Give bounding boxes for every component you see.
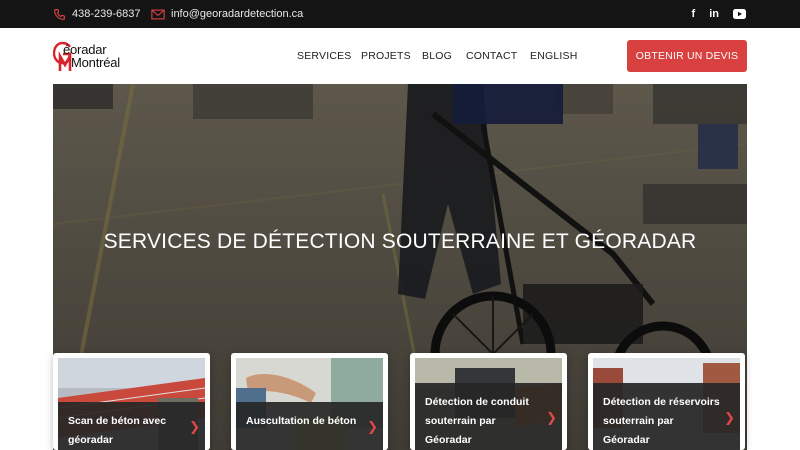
card-title: Détection de réservoirs souterrain par G…: [603, 396, 720, 446]
top-bar: 438-239-6837 info@georadardetection.ca f…: [0, 0, 800, 28]
service-card-conduit[interactable]: Détection de conduit souterrain par Géor…: [410, 353, 567, 450]
nav-contact[interactable]: CONTACT: [466, 50, 517, 62]
phone-link[interactable]: 438-239-6837: [53, 0, 141, 28]
service-card-auscultation[interactable]: Auscultation de béton ❯: [231, 353, 388, 450]
card-title: Scan de béton avec géoradar: [68, 415, 167, 446]
nav-english[interactable]: ENGLISH: [530, 50, 578, 62]
envelope-icon: [151, 9, 165, 19]
chevron-right-icon: ❯: [724, 410, 735, 425]
logo-text-line2: Montréal: [71, 55, 120, 70]
phone-number: 438-239-6837: [72, 8, 141, 20]
chevron-right-icon: ❯: [546, 410, 557, 425]
nav-services[interactable]: SERVICES: [297, 50, 352, 62]
social-links: f in: [692, 0, 746, 28]
hero-title: SERVICES DE DÉTECTION SOUTERRAINE ET GÉO…: [103, 230, 697, 253]
service-card-scan-beton[interactable]: Scan de béton avec géoradar ❯: [53, 353, 210, 450]
main-header: éoradar Montréal SERVICES PROJETS BLOG C…: [0, 28, 800, 84]
email-address: info@georadardetection.ca: [171, 8, 304, 20]
email-link[interactable]: info@georadardetection.ca: [151, 0, 303, 28]
facebook-icon[interactable]: f: [692, 8, 696, 20]
chevron-right-icon: ❯: [189, 419, 200, 434]
nav-blog[interactable]: BLOG: [422, 50, 452, 62]
nav-projets[interactable]: PROJETS: [361, 50, 411, 62]
get-quote-button[interactable]: OBTENIR UN DEVIS: [627, 40, 747, 72]
youtube-icon[interactable]: [733, 9, 746, 19]
site-logo[interactable]: éoradar Montréal: [53, 41, 143, 73]
service-card-reservoirs[interactable]: Détection de réservoirs souterrain par G…: [588, 353, 745, 450]
phone-icon: [54, 8, 65, 20]
chevron-right-icon: ❯: [367, 419, 378, 434]
linkedin-icon[interactable]: in: [709, 8, 719, 20]
card-title: Auscultation de béton: [246, 415, 357, 427]
card-title: Détection de conduit souterrain par Géor…: [425, 396, 529, 446]
